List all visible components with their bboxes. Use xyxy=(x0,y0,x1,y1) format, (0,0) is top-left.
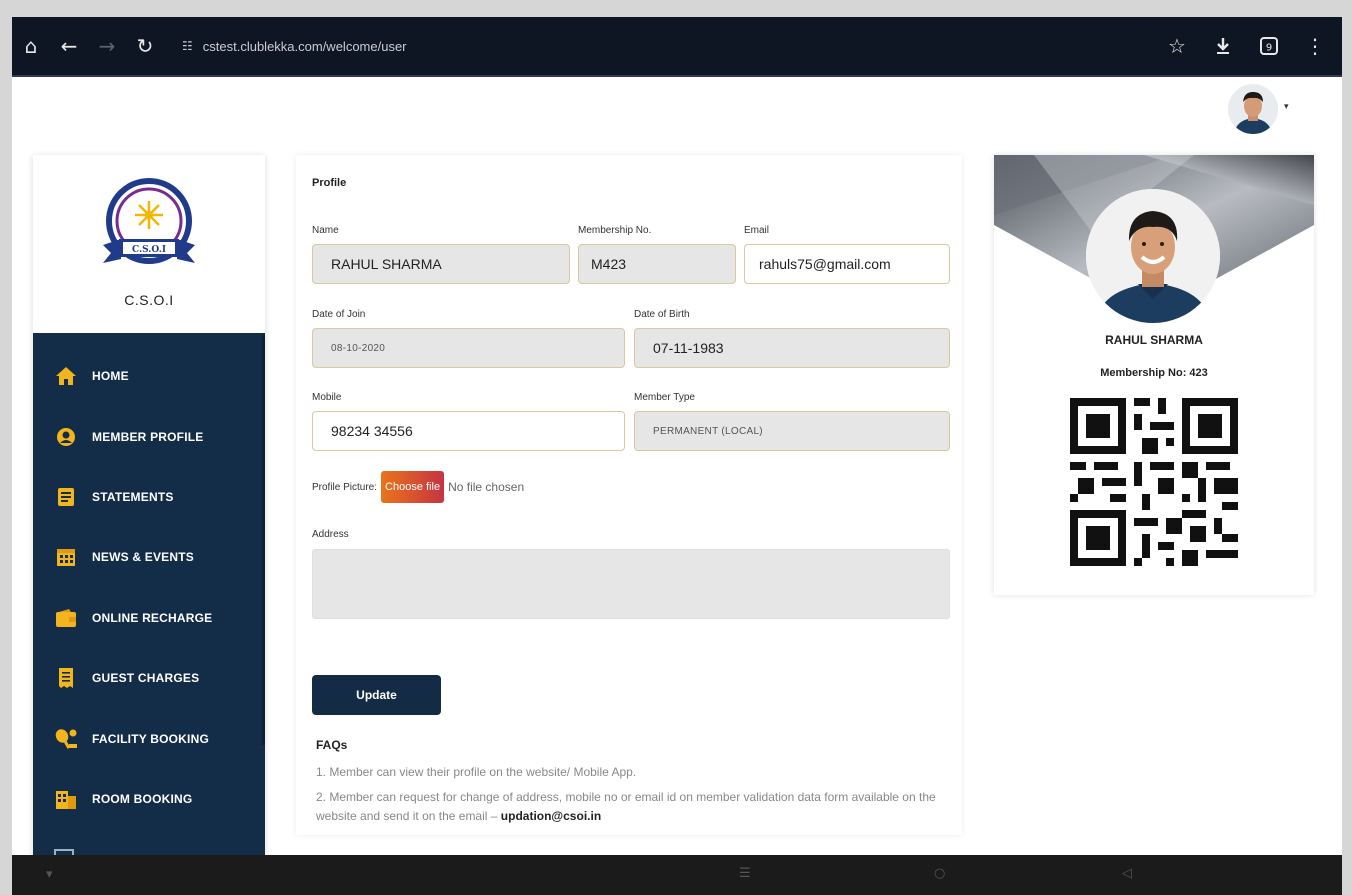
email-label: Email xyxy=(744,225,770,236)
sidebar-item-facility-booking[interactable]: FACILITY BOOKING xyxy=(33,719,265,759)
doj-label: Date of Join xyxy=(312,309,366,320)
toolbar-divider xyxy=(12,75,1342,77)
tab-count: 9 xyxy=(1266,43,1272,54)
tabs-icon[interactable]: 9 xyxy=(1250,27,1288,65)
member-type-field: PERMANENT (LOCAL) xyxy=(634,411,950,451)
sidebar: C.S.O.I C.S.O.I HOME MEMBER PROFILE STAT… xyxy=(33,155,265,875)
faq-item-text: 2. Member can request for change of addr… xyxy=(316,790,936,823)
sidebar-item-label: NEWS & EVENTS xyxy=(92,550,194,564)
email-input[interactable]: rahuls75@gmail.com xyxy=(744,244,950,284)
home-icon xyxy=(54,364,78,388)
user-circle-icon xyxy=(54,425,78,449)
address-label: Address xyxy=(312,529,349,540)
sidebar-item-statements[interactable]: STATEMENTS xyxy=(33,477,265,517)
url-text: cstest.clublekka.com/welcome/user xyxy=(202,38,407,54)
no-file-text: No file chosen xyxy=(448,480,525,494)
qr-code xyxy=(1070,398,1238,566)
screen: ⌂ ← → ↻ ☷ cstest.clublekka.com/welcome/u… xyxy=(12,17,1342,895)
home-circle-icon[interactable]: ○ xyxy=(934,866,945,881)
sidebar-item-guest-charges[interactable]: GUEST CHARGES xyxy=(33,658,265,698)
home-icon[interactable]: ⌂ xyxy=(12,27,50,65)
reload-icon[interactable]: ↻ xyxy=(126,27,164,65)
choose-file-button[interactable]: Choose file xyxy=(381,471,445,503)
member-photo xyxy=(1086,189,1220,323)
sidebar-scrollbar[interactable] xyxy=(262,335,265,745)
section-title: Profile xyxy=(312,177,347,189)
recents-icon[interactable]: ☰ xyxy=(739,866,751,881)
calendar-icon xyxy=(54,545,78,569)
chevron-down-icon[interactable]: ▾ xyxy=(1284,102,1289,112)
address-input[interactable] xyxy=(312,549,950,619)
logo-text: C.S.O.I xyxy=(132,245,166,255)
dob-label: Date of Birth xyxy=(634,309,690,320)
tennis-icon xyxy=(54,727,78,751)
name-field: RAHUL SHARMA xyxy=(312,244,570,284)
keyboard-hide-icon[interactable]: ▾ xyxy=(46,867,53,882)
sidebar-item-room-booking[interactable]: ROOM BOOKING xyxy=(33,779,265,819)
sidebar-item-label: FACILITY BOOKING xyxy=(92,732,209,746)
android-nav-bar: ▾ ☰ ○ ◁ xyxy=(12,855,1342,895)
update-button[interactable]: Update xyxy=(312,675,441,715)
profile-picture-row: Profile Picture: Choose file No file cho… xyxy=(312,471,524,503)
receipt-icon xyxy=(54,666,78,690)
sidebar-item-label: HOME xyxy=(92,369,129,383)
id-card-membership: Membership No: 423 xyxy=(1100,367,1208,379)
faq-item: 1. Member can view their profile on the … xyxy=(316,765,637,779)
faq-email-link[interactable]: updation@csoi.in xyxy=(501,809,601,823)
sidebar-item-member-profile[interactable]: MEMBER PROFILE xyxy=(33,417,265,457)
browser-toolbar: ⌂ ← → ↻ ☷ cstest.clublekka.com/welcome/u… xyxy=(12,17,1342,75)
membership-label: Membership No. xyxy=(578,225,652,236)
mobile-input[interactable]: 98234 34556 xyxy=(312,411,625,451)
name-label: Name xyxy=(312,225,339,236)
mobile-label: Mobile xyxy=(312,392,342,403)
member-type-label: Member Type xyxy=(634,392,695,403)
doj-field: 08-10-2020 xyxy=(312,328,625,368)
sidebar-item-label: MEMBER PROFILE xyxy=(92,430,204,444)
picture-label: Profile Picture: xyxy=(312,481,378,493)
address-bar[interactable]: ☷ cstest.clublekka.com/welcome/user xyxy=(178,29,1158,63)
forward-icon[interactable]: → xyxy=(88,27,126,65)
brand-name: C.S.O.I xyxy=(124,292,174,308)
site-settings-icon[interactable]: ☷ xyxy=(182,39,193,53)
dob-field: 07-11-1983 xyxy=(634,328,950,368)
back-icon[interactable]: ← xyxy=(50,27,88,65)
download-icon[interactable] xyxy=(1204,27,1242,65)
logo-panel: C.S.O.I C.S.O.I xyxy=(33,155,265,333)
menu-icon[interactable]: ⋮ xyxy=(1296,27,1334,65)
sidebar-item-online-recharge[interactable]: ONLINE RECHARGE xyxy=(33,598,265,638)
room-icon xyxy=(54,787,78,811)
sidebar-item-label: ONLINE RECHARGE xyxy=(92,611,213,625)
member-id-card: RAHUL SHARMA Membership No: 423 xyxy=(994,155,1314,595)
sidebar-item-label: STATEMENTS xyxy=(92,490,174,504)
sidebar-item-news-events[interactable]: NEWS & EVENTS xyxy=(33,537,265,577)
back-triangle-icon[interactable]: ◁ xyxy=(1122,866,1132,881)
csoi-logo: C.S.O.I xyxy=(103,178,195,264)
document-icon xyxy=(54,485,78,509)
sidebar-item-label: GUEST CHARGES xyxy=(92,671,200,685)
wallet-icon xyxy=(54,606,78,630)
sidebar-item-home[interactable]: HOME xyxy=(33,356,265,396)
star-icon[interactable]: ☆ xyxy=(1158,27,1196,65)
id-card-name: RAHUL SHARMA xyxy=(1105,333,1203,347)
user-avatar[interactable] xyxy=(1228,84,1278,134)
faq-title: FAQs xyxy=(316,738,348,752)
faq-item: 2. Member can request for change of addr… xyxy=(316,788,946,826)
profile-card: Profile Name RAHUL SHARMA Membership No.… xyxy=(296,155,962,835)
membership-field: M423 xyxy=(578,244,736,284)
sidebar-item-label: ROOM BOOKING xyxy=(92,792,193,806)
